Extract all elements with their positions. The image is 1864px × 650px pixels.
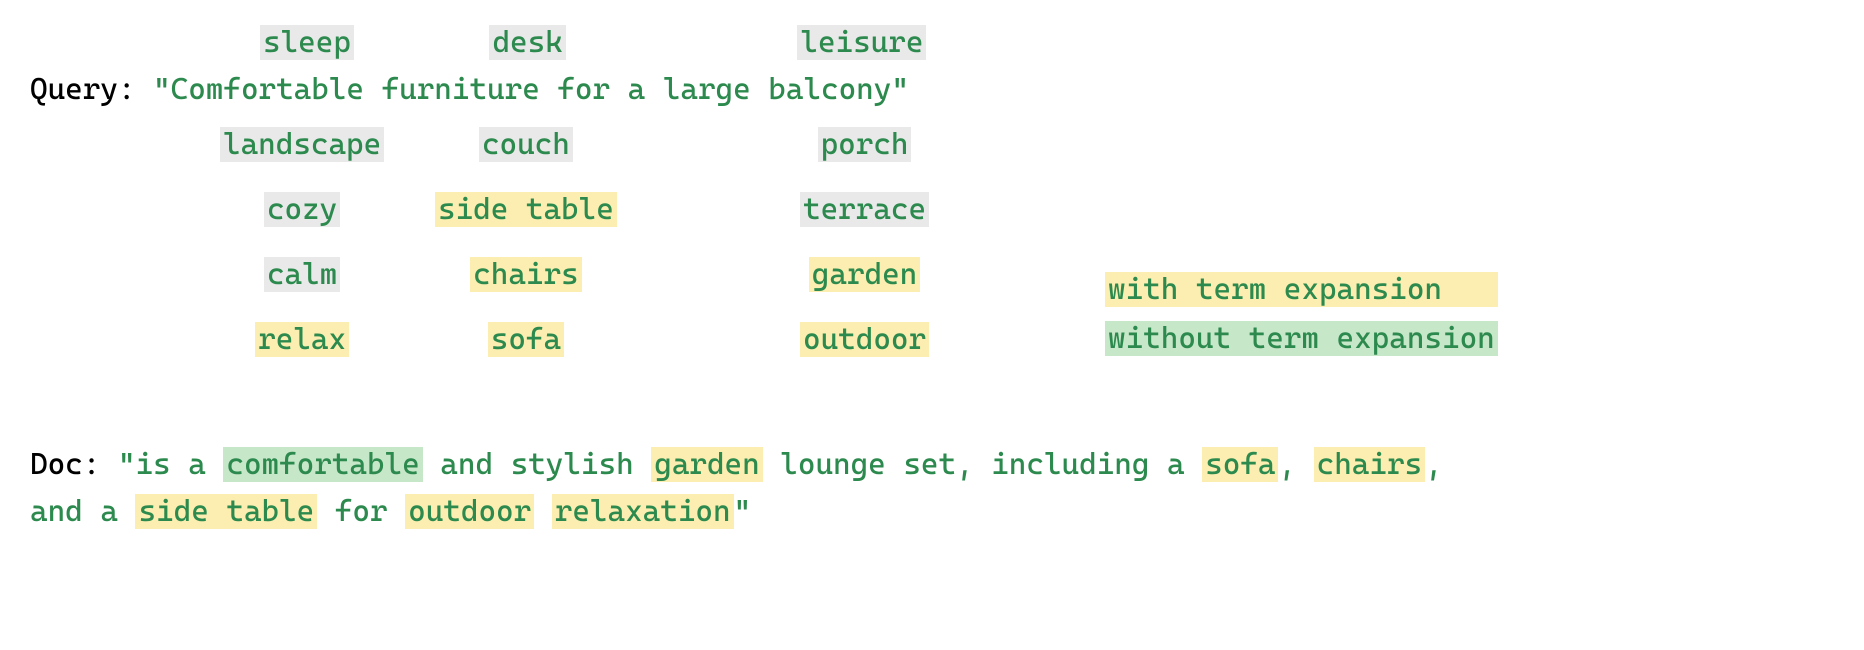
term-sofa: sofa bbox=[488, 322, 564, 357]
doc-comma-1: , bbox=[1278, 447, 1313, 482]
doc-quote-open: " bbox=[118, 447, 136, 482]
legend: with term expansion without term expansi… bbox=[1105, 272, 1498, 356]
term-porch: porch bbox=[818, 127, 912, 162]
legend-with-expansion: with term expansion bbox=[1105, 272, 1498, 307]
term-sidetable: side table bbox=[435, 192, 617, 227]
doc-text-2: and stylish bbox=[423, 447, 652, 482]
term-leisure: leisure bbox=[797, 25, 926, 60]
doc-comma-2: , bbox=[1425, 447, 1443, 482]
doc-match-relaxation: relaxation bbox=[552, 494, 734, 529]
query-text: "Comfortable furniture for a large balco… bbox=[153, 72, 909, 107]
term-garden: garden bbox=[809, 257, 920, 292]
doc-match-comfortable: comfortable bbox=[223, 447, 422, 482]
term-desk: desk bbox=[489, 25, 565, 60]
doc-block: Doc: "is a comfortable and stylish garde… bbox=[30, 442, 1490, 535]
doc-match-sofa: sofa bbox=[1202, 447, 1278, 482]
doc-text-3: lounge set, including a bbox=[763, 447, 1202, 482]
doc-text-5: for bbox=[317, 494, 405, 529]
column-3: porch terrace garden outdoor bbox=[800, 127, 929, 357]
term-relax: relax bbox=[255, 322, 349, 357]
term-sleep: sleep bbox=[260, 25, 354, 60]
legend-without-expansion: without term expansion bbox=[1105, 321, 1498, 356]
term-terrace: terrace bbox=[800, 192, 929, 227]
doc-label: Doc: bbox=[30, 447, 100, 482]
doc-text: "is a comfortable and stylish garden lou… bbox=[30, 447, 1443, 529]
term-chairs: chairs bbox=[470, 257, 581, 292]
above-query-row: sleep desk leisure bbox=[230, 25, 1834, 60]
expansion-grid: landscape cozy calm relax couch side tab… bbox=[210, 127, 1834, 402]
doc-match-chairs: chairs bbox=[1314, 447, 1425, 482]
doc-match-outdoor: outdoor bbox=[405, 494, 534, 529]
column-2: couch side table chairs sofa bbox=[435, 127, 617, 357]
doc-text-4: and a bbox=[30, 494, 135, 529]
doc-space bbox=[534, 494, 552, 529]
term-calm: calm bbox=[264, 257, 340, 292]
doc-quote-close: " bbox=[734, 494, 752, 529]
query-label: Query: bbox=[30, 72, 135, 107]
query-line: Query: "Comfortable furniture for a larg… bbox=[30, 72, 1834, 107]
term-couch: couch bbox=[479, 127, 573, 162]
term-cozy: cozy bbox=[264, 192, 340, 227]
doc-text-1: is a bbox=[135, 447, 223, 482]
doc-match-sidetable: side table bbox=[135, 494, 317, 529]
term-landscape: landscape bbox=[220, 127, 384, 162]
term-outdoor: outdoor bbox=[800, 322, 929, 357]
doc-match-garden: garden bbox=[651, 447, 762, 482]
column-1: landscape cozy calm relax bbox=[220, 127, 384, 357]
